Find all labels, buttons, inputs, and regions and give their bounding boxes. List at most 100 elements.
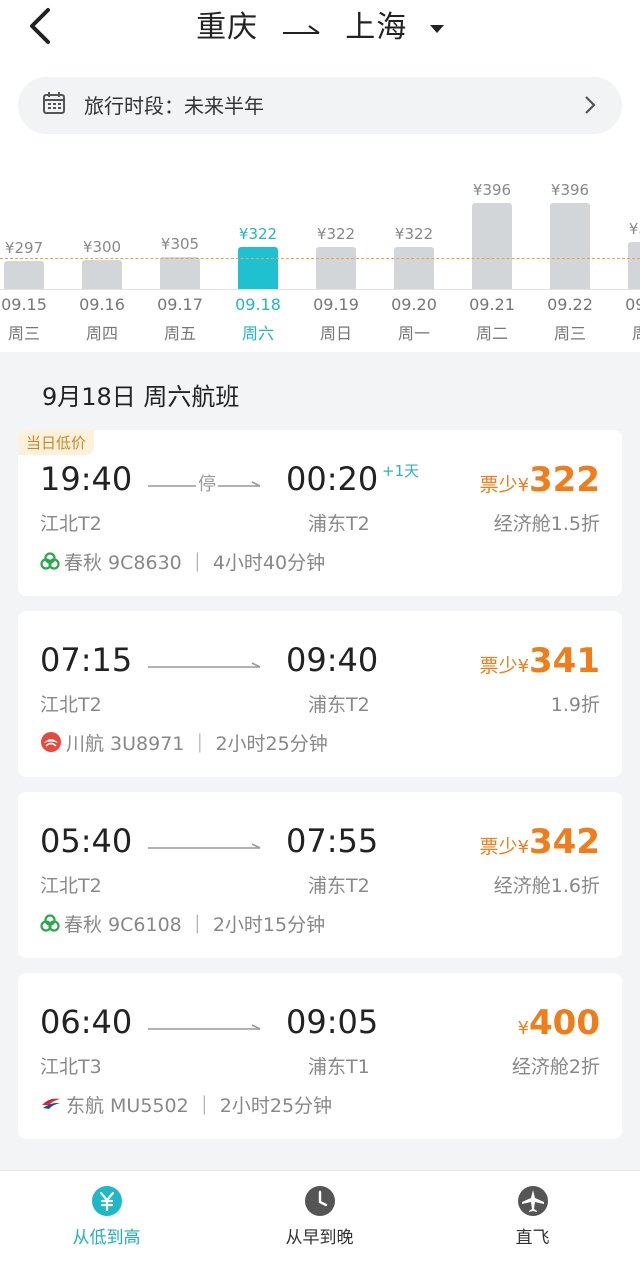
sichuan-airlines-icon <box>40 732 66 755</box>
arrival-airport: 浦东T1 <box>308 1056 370 1078</box>
calendar-weekday: 周五 <box>163 324 196 343</box>
flight-arrow-icon <box>148 662 261 668</box>
calendar-date: 09.21 <box>469 295 515 314</box>
tab-low-to-high[interactable]: 从低到高 <box>0 1171 213 1261</box>
currency-symbol: ¥ <box>517 837 530 858</box>
calendar-day[interactable]: ¥297 09.15 周三 <box>0 0 63 352</box>
airline-text: 春秋 9C6108 ｜ 2小时15分钟 <box>64 914 326 936</box>
calendar-day[interactable]: ¥330 09.23 周四 <box>609 0 640 352</box>
arrival-airport: 浦东T2 <box>308 875 370 897</box>
calendar-price-bar <box>316 247 356 289</box>
calendar-price-bar <box>4 261 44 289</box>
calendar-price: ¥322 <box>238 225 278 243</box>
departure-airport: 江北T2 <box>40 513 102 535</box>
calendar-date: 09.23 <box>625 295 640 314</box>
price-box: 票少¥342 <box>480 822 600 862</box>
flight-arrow-icon <box>148 843 261 849</box>
calendar-date: 09.15 <box>1 295 47 314</box>
departure-airport: 江北T2 <box>40 875 102 897</box>
calendar-day[interactable]: ¥396 09.21 周二 <box>453 0 531 352</box>
calendar-price: ¥300 <box>82 238 122 256</box>
calendar-weekday: 周日 <box>319 324 352 343</box>
calendar-day[interactable]: ¥322 09.18 周六 <box>219 0 297 352</box>
price-box: 票少¥322 <box>480 460 600 500</box>
arrival-airport: 浦东T2 <box>308 694 370 716</box>
few-tickets-label: 票少 <box>479 474 518 496</box>
header-area: 重庆 上海 旅行时段：未来半年 ¥297 09.15 周三 ¥300 09.16 周四 ¥3… <box>0 0 640 352</box>
calendar-day[interactable]: ¥396 09.22 周三 <box>531 0 609 352</box>
calendar-weekday: 周四 <box>631 324 640 343</box>
tab-early-to-late[interactable]: 从早到晚 <box>213 1171 426 1261</box>
stopover-label: 停 <box>196 470 218 496</box>
currency-symbol: ¥ <box>517 656 530 677</box>
tab-label: 从早到晚 <box>285 1228 354 1248</box>
yuan-icon <box>92 1186 122 1216</box>
departure-time: 05:40 <box>40 822 133 860</box>
next-day-badge: +1天 <box>382 462 420 480</box>
calendar-date: 09.17 <box>157 295 203 314</box>
calendar-date: 09.22 <box>547 295 593 314</box>
calendar-price-bar <box>238 247 278 289</box>
calendar-price-bar <box>472 203 512 289</box>
calendar-day[interactable]: ¥305 09.17 周五 <box>141 0 219 352</box>
cabin-discount: 经济舱1.6折 <box>493 875 600 897</box>
ticket-price: 400 <box>529 1003 600 1043</box>
calendar-price: ¥322 <box>394 225 434 243</box>
arrival-time: 09:40 <box>286 641 379 679</box>
calendar-price-bar <box>82 260 122 289</box>
china-eastern-icon <box>40 1095 66 1117</box>
departure-time: 19:40 <box>40 460 133 498</box>
price-box: ¥400 <box>518 1003 600 1043</box>
calendar-weekday: 周一 <box>397 324 430 343</box>
airline-text: 东航 MU5502 ｜ 2小时25分钟 <box>66 1095 333 1117</box>
calendar-date: 09.19 <box>313 295 359 314</box>
ticket-price: 341 <box>529 641 600 681</box>
calendar-price: ¥396 <box>472 181 512 199</box>
spring-airlines-icon <box>40 552 64 574</box>
calendar-baseline <box>0 289 640 290</box>
departure-airport: 江北T2 <box>40 694 102 716</box>
arrival-time: 07:55 <box>286 822 379 860</box>
calendar-weekday: 周六 <box>241 324 274 343</box>
average-price-line <box>0 258 640 259</box>
flight-card[interactable]: 07:15 09:40 江北T2 浦东T2 川航 3U8971 ｜ 2小时25分钟 票少¥… <box>18 611 622 777</box>
flight-arrow-icon <box>148 1024 261 1030</box>
departure-airport: 江北T3 <box>40 1056 102 1078</box>
plane-icon <box>518 1186 548 1216</box>
airline-info: 东航 MU5502 ｜ 2小时25分钟 <box>40 1091 332 1118</box>
calendar-weekday: 周四 <box>85 324 118 343</box>
arrival-airport: 浦东T2 <box>308 513 370 535</box>
calendar-price-bar <box>394 247 434 289</box>
calendar-day[interactable]: ¥322 09.19 周日 <box>297 0 375 352</box>
sort-tab-bar: 从低到高 从早到晚 直飞 <box>0 1170 640 1261</box>
departure-time: 07:15 <box>40 641 133 679</box>
flight-card[interactable]: 05:40 07:55 江北T2 浦东T2 春秋 9C6108 ｜ 2小时15分钟 票少¥… <box>18 792 622 958</box>
calendar-price-bar <box>160 257 200 289</box>
calendar-date: 09.16 <box>79 295 125 314</box>
calendar-price-bar <box>628 242 640 289</box>
airline-info: 春秋 9C6108 ｜ 2小时15分钟 <box>40 910 325 937</box>
spring-airlines-icon <box>40 914 64 936</box>
price-box: 票少¥341 <box>480 641 600 681</box>
tab-direct[interactable]: 直飞 <box>426 1171 639 1261</box>
flight-card[interactable]: 当日低价 19:40 停 00:20 +1天 江北T2 浦东T2 春秋 9C8630 ｜ 4小… <box>18 430 622 596</box>
flight-card[interactable]: 06:40 09:05 江北T3 浦东T1 东航 MU5502 ｜ 2小时25分钟 ¥40… <box>18 973 622 1139</box>
calendar-day[interactable]: ¥322 09.20 周一 <box>375 0 453 352</box>
currency-symbol: ¥ <box>517 475 530 496</box>
calendar-price: ¥330 <box>628 220 640 238</box>
tab-label: 直飞 <box>515 1228 550 1248</box>
departure-time: 06:40 <box>40 1003 133 1041</box>
airline-text: 川航 3U8971 ｜ 2小时25分钟 <box>66 733 328 755</box>
calendar-date: 09.18 <box>235 295 281 314</box>
airline-text: 春秋 9C8630 ｜ 4小时40分钟 <box>64 552 326 574</box>
calendar-day[interactable]: ¥300 09.16 周四 <box>63 0 141 352</box>
calendar-price-bar <box>550 203 590 289</box>
calendar-price: ¥322 <box>316 225 356 243</box>
few-tickets-label: 票少 <box>479 655 518 677</box>
airline-info: 川航 3U8971 ｜ 2小时25分钟 <box>40 729 328 756</box>
cabin-discount: 1.9折 <box>550 694 600 716</box>
arrival-time: 00:20 <box>286 460 379 498</box>
calendar-date: 09.20 <box>391 295 437 314</box>
few-tickets-label: 票少 <box>479 836 518 858</box>
ticket-price: 342 <box>529 822 600 862</box>
